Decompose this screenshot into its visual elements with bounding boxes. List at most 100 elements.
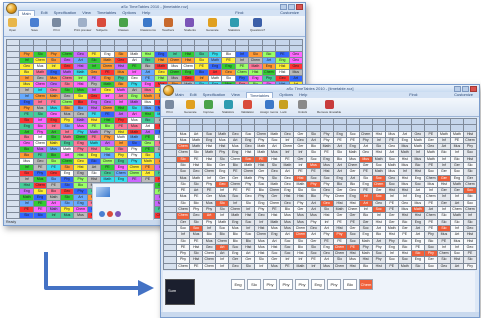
timetable-card[interactable]: Geo <box>203 244 216 251</box>
unplaced-card[interactable]: Eng <box>231 279 245 290</box>
timetable-card[interactable]: Geo <box>60 63 74 69</box>
timetable-card[interactable]: PE <box>190 263 203 269</box>
timetable-card[interactable]: Mus <box>346 156 359 163</box>
timetable-card[interactable]: Eng <box>74 141 87 147</box>
timetable-card[interactable]: Math <box>60 135 74 141</box>
timetable-card[interactable]: Phy <box>177 251 190 257</box>
timetable-card[interactable]: Geo <box>385 144 398 150</box>
timetable-card[interactable]: Geo <box>276 75 289 81</box>
timetable-card[interactable]: Math <box>411 207 424 213</box>
timetable-card[interactable]: PE <box>177 188 190 194</box>
timetable-card[interactable]: Bio <box>242 238 255 244</box>
timetable-card[interactable]: Soc <box>424 263 437 269</box>
timetable-card[interactable]: Math <box>372 156 385 163</box>
timetable-card[interactable]: Art <box>74 195 87 201</box>
timetable-card[interactable]: Chem <box>33 93 47 99</box>
timetable-card[interactable]: Hist <box>114 105 128 111</box>
timetable-card[interactable]: PE <box>20 207 33 213</box>
timetable-card[interactable]: Inf <box>320 219 333 225</box>
timetable-card[interactable]: Eng <box>411 219 424 225</box>
timetable-card[interactable]: Ger <box>346 225 359 232</box>
timetable-card[interactable]: Inf <box>195 75 208 81</box>
ribbon-button-students[interactable]: Students <box>184 18 196 32</box>
timetable-card[interactable]: Soc <box>281 244 294 251</box>
timetable-card[interactable]: Slo <box>60 183 74 189</box>
timetable-card[interactable]: Ger <box>229 257 242 263</box>
timetable-card[interactable]: Bio <box>281 207 294 213</box>
timetable-card[interactable]: Soc <box>281 238 294 244</box>
timetable-card[interactable]: Hist <box>255 225 268 232</box>
timetable-card[interactable]: Soc <box>359 225 372 232</box>
timetable-card[interactable]: Slo <box>47 57 60 63</box>
timetable-card[interactable]: Chem <box>33 141 47 147</box>
timetable-card[interactable]: PE <box>359 188 372 194</box>
timetable-card[interactable]: Geo <box>101 87 114 93</box>
timetable-card[interactable]: Inf <box>229 200 242 207</box>
timetable-card[interactable]: Art <box>60 153 74 159</box>
timetable-card[interactable]: Chem <box>101 159 114 165</box>
timetable-card[interactable]: Geo <box>154 69 168 75</box>
timetable-card[interactable]: PE <box>87 123 101 129</box>
timetable-card[interactable]: Math <box>216 131 229 137</box>
timetable-card[interactable]: Math <box>320 144 333 150</box>
unplaced-card[interactable]: Bio <box>343 279 357 290</box>
timetable-card[interactable]: Bio <box>20 135 33 141</box>
timetable-card[interactable]: Soc <box>268 137 281 144</box>
timetable-card[interactable]: Mus <box>307 213 320 219</box>
timetable-card[interactable]: Hist <box>294 194 307 200</box>
timetable-card[interactable]: Inf <box>20 177 33 183</box>
timetable-card[interactable]: PE <box>195 63 208 69</box>
timetable-card[interactable]: Soc <box>463 200 476 207</box>
timetable-card[interactable]: PE <box>411 244 424 251</box>
timetable-card[interactable]: Slo <box>333 257 346 263</box>
timetable-card[interactable]: Inf <box>20 57 33 63</box>
timetable-card[interactable]: Hist <box>181 51 195 57</box>
timetable-card[interactable]: Bio <box>20 69 33 75</box>
timetable-card[interactable]: Phy <box>20 51 33 57</box>
timetable-card[interactable]: Art <box>450 232 463 238</box>
timetable-card[interactable]: Math <box>190 144 203 150</box>
timetable-card[interactable]: PE <box>235 63 249 69</box>
timetable-card[interactable]: Hist <box>463 131 476 137</box>
app-menu-orb[interactable] <box>6 3 17 14</box>
timetable-card[interactable]: Inf <box>177 232 190 238</box>
timetable-card[interactable]: Slo <box>268 163 281 169</box>
ribbon-button-assign-rooms[interactable]: Assign rooms <box>260 100 278 114</box>
timetable-card[interactable]: Chem <box>424 194 437 200</box>
timetable-card[interactable]: Inf <box>359 194 372 200</box>
timetable-card[interactable]: Art <box>190 188 203 194</box>
timetable-card[interactable]: Geo <box>424 144 437 150</box>
timetable-card[interactable]: Inf <box>33 135 47 141</box>
timetable-card[interactable]: Ger <box>359 219 372 225</box>
timetable-card[interactable]: Phy <box>177 257 190 263</box>
timetable-card[interactable]: Slo <box>60 87 74 93</box>
timetable-card[interactable]: PE <box>33 201 47 207</box>
ribbon-button-statistics[interactable]: Statistics <box>228 18 240 32</box>
timetable-card[interactable]: Bio <box>398 238 411 244</box>
timetable-card[interactable]: Phy <box>47 51 60 57</box>
timetable-card[interactable]: Eng <box>249 75 262 81</box>
timetable-card[interactable]: Phy <box>307 219 320 225</box>
timetable-card[interactable]: Slo <box>33 111 47 117</box>
timetable-card[interactable]: Eng <box>114 165 128 171</box>
timetable-card[interactable]: PE <box>346 219 359 225</box>
timetable-card[interactable]: Soc <box>346 131 359 137</box>
timetable-card[interactable]: Math <box>255 150 268 156</box>
timetable-card[interactable]: Inf <box>20 87 33 93</box>
timetable-card[interactable]: Hist <box>398 251 411 257</box>
timetable-card[interactable]: PE <box>47 99 60 105</box>
timetable-card[interactable]: Eng <box>47 117 60 123</box>
timetable-card[interactable]: Phy <box>320 131 333 137</box>
timetable-card[interactable]: Eng <box>359 181 372 188</box>
timetable-card[interactable]: Soc <box>385 156 398 163</box>
timetable-card[interactable]: Geo <box>101 171 114 177</box>
timetable-card[interactable]: PE <box>141 177 154 183</box>
timetable-card[interactable]: Phy <box>359 137 372 144</box>
timetable-card[interactable]: Inf <box>372 137 385 144</box>
timetable-card[interactable]: Hist <box>320 169 333 175</box>
timetable-card[interactable]: Slo <box>60 81 74 87</box>
timetable-card[interactable]: Bio <box>398 244 411 251</box>
timetable-card[interactable]: PE <box>333 238 346 244</box>
timetable-card[interactable]: Chem <box>346 207 359 213</box>
timetable-card[interactable]: PE <box>128 63 141 69</box>
